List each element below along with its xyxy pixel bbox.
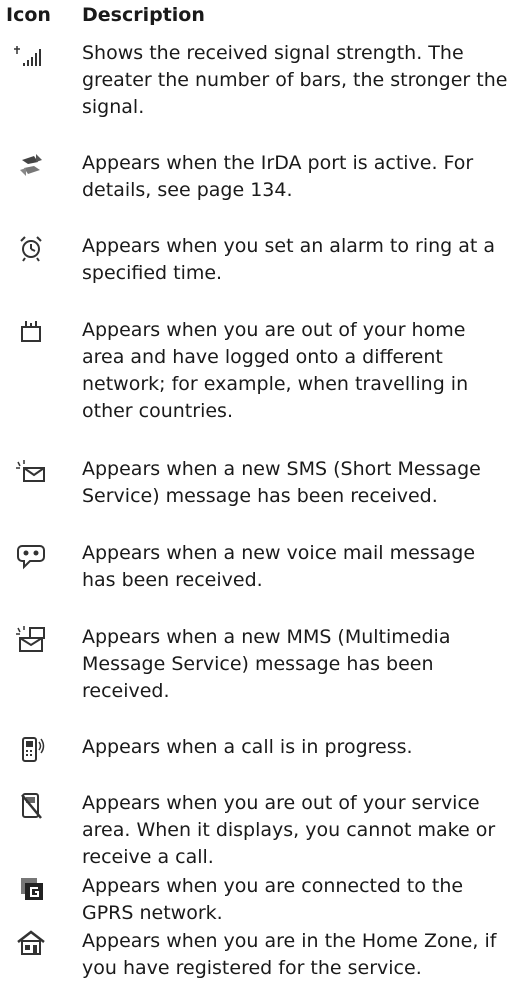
no-service-icon	[14, 790, 48, 820]
description-column-header: Description	[82, 4, 205, 26]
row-description: Appears when you are out of your service…	[82, 792, 496, 868]
irda-icon	[14, 150, 48, 180]
row-description: Appears when you are in the Home Zone, i…	[82, 930, 497, 979]
row-description: Appears when a call is in progress.	[82, 736, 413, 758]
new-mms-icon	[14, 624, 48, 654]
row-description: Appears when the IrDA port is active. Fo…	[82, 152, 474, 201]
row-description: Appears when you are connected to the GP…	[82, 875, 464, 924]
signal-strength-icon	[14, 40, 48, 70]
row-description: Appears when you set an alarm to ring at…	[82, 235, 496, 284]
call-in-progress-icon	[14, 734, 48, 764]
icon-column-header: Icon	[6, 4, 51, 26]
row-description: Appears when you are out of your home ar…	[82, 319, 469, 422]
roaming-icon	[14, 317, 48, 347]
row-description: Appears when a new MMS (Multimedia Messa…	[82, 626, 451, 702]
voice-mail-icon	[14, 540, 48, 570]
gprs-icon	[14, 873, 48, 903]
alarm-clock-icon	[14, 233, 48, 263]
row-description: Shows the received signal strength. The …	[82, 42, 508, 118]
home-zone-icon	[14, 928, 48, 958]
table-header: Icon Description	[6, 4, 205, 26]
new-sms-icon	[14, 456, 48, 486]
row-description: Appears when a new voice mail message ha…	[82, 542, 476, 591]
row-description: Appears when a new SMS (Short Message Se…	[82, 458, 481, 507]
